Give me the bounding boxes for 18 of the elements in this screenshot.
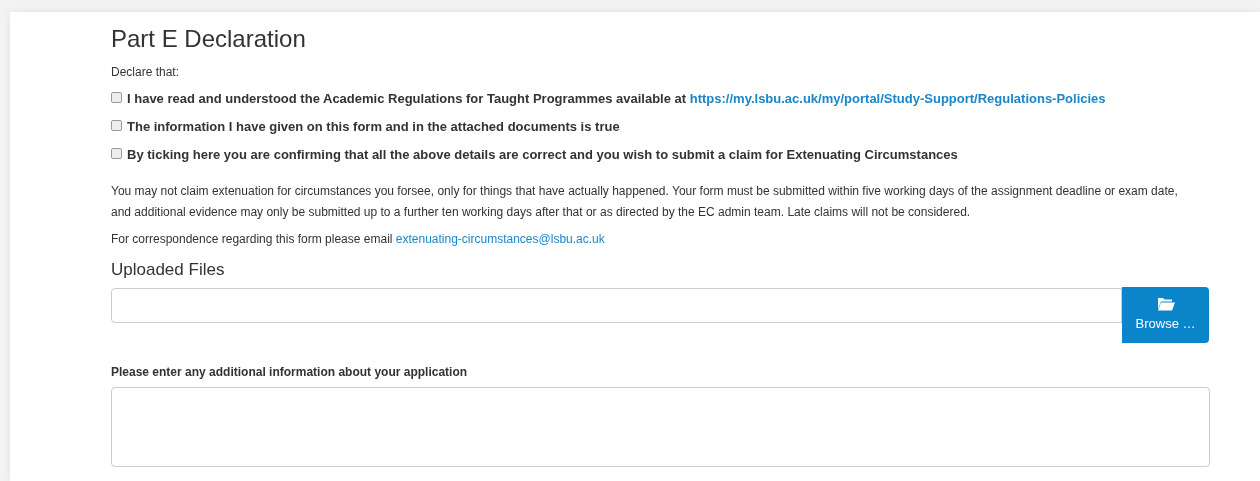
declaration-text: The information I have given on this form and in the attached documents is true <box>127 119 620 135</box>
notice-paragraph: You may not claim extenuation for circumstances you forsee, only for things that have actually happened. Your form must be submitted within five working days of the assignment deadline or exam date, and additional evidence may only be submitted up to a further ten working days after that or as directed by the EC admin team. Late claims will not be considered. <box>111 183 1179 221</box>
email-link[interactable]: extenuating-circumstances@lsbu.ac.uk <box>395 232 605 246</box>
field-label: Please enter any additional information about your application <box>111 364 468 380</box>
browse-button[interactable]: Browse … <box>1122 287 1209 343</box>
file-field[interactable] <box>111 288 1122 323</box>
declaration-text: I have read and understood the Academic Regulations for Taught Programmes available at https://my.lsbu.ac.uk/my/portal/Study-Support/Regulations-Policies <box>127 91 1106 107</box>
checkbox[interactable] <box>111 92 122 103</box>
section-title: Part E Declaration <box>111 24 306 54</box>
intro-text: Declare that: <box>111 64 180 80</box>
correspondence-text: For correspondence regarding this form please email extenuating-circumstances@lsbu.ac.uk <box>111 231 605 247</box>
checkbox[interactable] <box>111 148 122 159</box>
regulations-link[interactable]: https://my.lsbu.ac.uk/my/portal/Study-Support/Regulations-Policies <box>689 91 1106 106</box>
checkbox[interactable] <box>111 120 122 131</box>
folder-icon <box>1156 296 1175 311</box>
uploads-title: Uploaded Files <box>111 259 225 281</box>
additional-info-field[interactable] <box>111 387 1210 467</box>
declaration-text: By ticking here you are confirming that all the above details are correct and you wish to submit a claim for Extenuating Circumstances <box>127 147 958 163</box>
